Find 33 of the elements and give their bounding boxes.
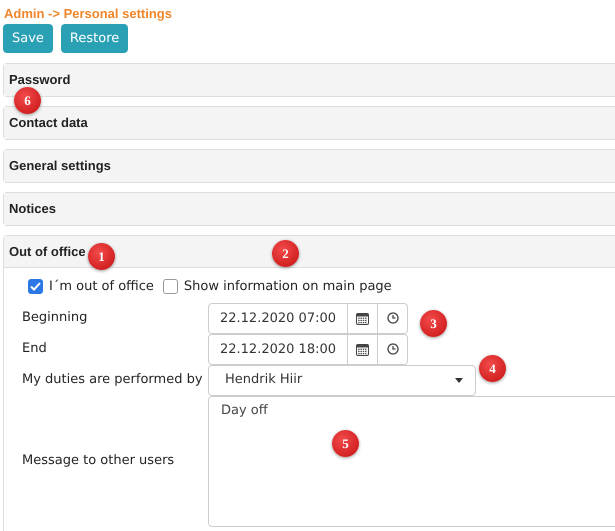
callout-marker: 3 bbox=[420, 310, 447, 337]
field-label: Beginning bbox=[22, 309, 88, 328]
panel-title: Notices bbox=[9, 200, 56, 218]
checkbox-label: Show information on main page bbox=[184, 278, 392, 296]
panel-title: Password bbox=[9, 71, 70, 90]
time-button[interactable] bbox=[378, 334, 408, 364]
date-field[interactable]: 22.12.2020 07:00 bbox=[208, 302, 348, 334]
user-select[interactable]: Hendrik Hiir bbox=[208, 364, 476, 396]
panel-title: Out of office bbox=[9, 242, 86, 261]
field-label: End bbox=[22, 340, 48, 358]
panel-header[interactable]: General settings bbox=[4, 150, 615, 182]
checkbox-label: I´m out of office bbox=[49, 278, 154, 296]
checkbox[interactable] bbox=[28, 279, 43, 294]
calendar-icon bbox=[356, 342, 369, 356]
clock-icon bbox=[386, 312, 398, 324]
panel-title: Contact data bbox=[9, 114, 88, 132]
panel-header[interactable]: Notices bbox=[4, 193, 615, 225]
calendar-button[interactable] bbox=[348, 302, 378, 334]
check-icon bbox=[30, 282, 41, 292]
panel-title: General settings bbox=[9, 157, 111, 176]
panel-header[interactable]: Password bbox=[4, 64, 615, 96]
breadcrumb: Admin -> Personal settings bbox=[4, 6, 173, 22]
dropdown-caret-icon bbox=[455, 378, 463, 382]
checkbox[interactable] bbox=[162, 279, 178, 294]
time-button[interactable] bbox=[378, 302, 408, 334]
clock-icon bbox=[386, 343, 398, 355]
callout-marker: 4 bbox=[479, 355, 506, 382]
panel-header[interactable]: Contact data bbox=[4, 107, 615, 139]
calendar-button[interactable] bbox=[348, 334, 378, 364]
field-label: Message to other users bbox=[22, 452, 176, 470]
date-field[interactable]: 22.12.2020 18:00 bbox=[208, 334, 348, 364]
field-label: My duties are performed by bbox=[22, 371, 204, 390]
calendar-icon bbox=[356, 312, 369, 324]
